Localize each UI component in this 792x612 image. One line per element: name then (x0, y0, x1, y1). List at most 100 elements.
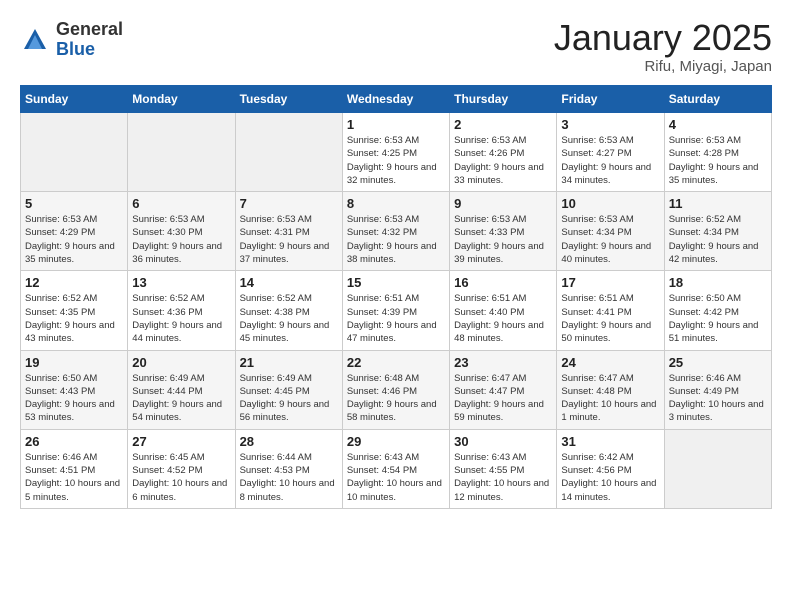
calendar-cell-w1-d6: 3Sunrise: 6:53 AM Sunset: 4:27 PM Daylig… (557, 113, 664, 192)
logo-text: General Blue (56, 20, 123, 60)
day-number: 21 (240, 355, 338, 370)
calendar-cell-w2-d6: 10Sunrise: 6:53 AM Sunset: 4:34 PM Dayli… (557, 192, 664, 271)
day-number: 14 (240, 275, 338, 290)
day-number: 29 (347, 434, 445, 449)
calendar-cell-w1-d2 (128, 113, 235, 192)
day-number: 30 (454, 434, 552, 449)
day-number: 17 (561, 275, 659, 290)
calendar-cell-w5-d3: 28Sunrise: 6:44 AM Sunset: 4:53 PM Dayli… (235, 429, 342, 508)
day-info: Sunrise: 6:53 AM Sunset: 4:25 PM Dayligh… (347, 134, 445, 187)
day-number: 24 (561, 355, 659, 370)
calendar-table: Sunday Monday Tuesday Wednesday Thursday… (20, 85, 772, 509)
calendar-cell-w5-d4: 29 Sunrise: 6:43 AM Sunset: 4:54 PM Dayli… (342, 429, 449, 508)
calendar-cell-w3-d6: 17 Sunrise: 6:51 AM Sunset: 4:41 PM Dayli… (557, 271, 664, 350)
calendar-cell-w5-d5: 30Sunrise: 6:43 AM Sunset: 4:55 PM Dayli… (450, 429, 557, 508)
day-number: 18 (669, 275, 767, 290)
day-info: Sunrise: 6:53 AM Sunset: 4:33 PM Dayligh… (454, 213, 552, 266)
day-number: 12 (25, 275, 123, 290)
calendar-cell-w3-d4: 15 Sunrise: 6:51 AM Sunset: 4:39 PM Dayli… (342, 271, 449, 350)
calendar-cell-w3-d5: 16 Sunrise: 6:51 AM Sunset: 4:40 PM Dayli… (450, 271, 557, 350)
day-number: 25 (669, 355, 767, 370)
calendar-cell-w4-d5: 23 Sunrise: 6:47 AM Sunset: 4:47 PM Dayli… (450, 350, 557, 429)
day-info: Sunrise: 6:47 AM Sunset: 4:47 PM Dayligh… (454, 372, 552, 425)
calendar-week-4: 19Sunrise: 6:50 AM Sunset: 4:43 PM Dayli… (21, 350, 772, 429)
day-number: 9 (454, 196, 552, 211)
day-info: Sunrise: 6:52 AM Sunset: 4:34 PM Dayligh… (669, 213, 767, 266)
day-number: 8 (347, 196, 445, 211)
day-info: Sunrise: 6:53 AM Sunset: 4:34 PM Dayligh… (561, 213, 659, 266)
calendar-header-row: Sunday Monday Tuesday Wednesday Thursday… (21, 86, 772, 113)
calendar-cell-w1-d7: 4 Sunrise: 6:53 AM Sunset: 4:28 PM Daylig… (664, 113, 771, 192)
header: General Blue January 2025 Rifu, Miyagi, … (20, 20, 772, 75)
calendar-cell-w3-d1: 12 Sunrise: 6:52 AM Sunset: 4:35 PM Dayli… (21, 271, 128, 350)
day-number: 2 (454, 117, 552, 132)
day-info: Sunrise: 6:52 AM Sunset: 4:38 PM Dayligh… (240, 292, 338, 345)
day-number: 4 (669, 117, 767, 132)
calendar-cell-w3-d2: 13 Sunrise: 6:52 AM Sunset: 4:36 PM Dayli… (128, 271, 235, 350)
day-number: 28 (240, 434, 338, 449)
page: General Blue January 2025 Rifu, Miyagi, … (0, 0, 792, 519)
calendar-week-1: 1 Sunrise: 6:53 AM Sunset: 4:25 PM Daylig… (21, 113, 772, 192)
calendar-cell-w3-d3: 14 Sunrise: 6:52 AM Sunset: 4:38 PM Dayli… (235, 271, 342, 350)
calendar-cell-w2-d4: 8 Sunrise: 6:53 AM Sunset: 4:32 PM Daylig… (342, 192, 449, 271)
day-number: 7 (240, 196, 338, 211)
day-info: Sunrise: 6:51 AM Sunset: 4:40 PM Dayligh… (454, 292, 552, 345)
calendar-cell-w4-d1: 19Sunrise: 6:50 AM Sunset: 4:43 PM Dayli… (21, 350, 128, 429)
day-info: Sunrise: 6:49 AM Sunset: 4:44 PM Dayligh… (132, 372, 230, 425)
day-number: 26 (25, 434, 123, 449)
day-number: 23 (454, 355, 552, 370)
calendar-cell-w1-d1 (21, 113, 128, 192)
logo-icon (20, 25, 50, 55)
col-tuesday: Tuesday (235, 86, 342, 113)
calendar-cell-w5-d6: 31Sunrise: 6:42 AM Sunset: 4:56 PM Dayli… (557, 429, 664, 508)
calendar-cell-w4-d6: 24 Sunrise: 6:47 AM Sunset: 4:48 PM Dayli… (557, 350, 664, 429)
col-monday: Monday (128, 86, 235, 113)
logo: General Blue (20, 20, 123, 60)
day-info: Sunrise: 6:53 AM Sunset: 4:32 PM Dayligh… (347, 213, 445, 266)
calendar-cell-w4-d4: 22Sunrise: 6:48 AM Sunset: 4:46 PM Dayli… (342, 350, 449, 429)
col-friday: Friday (557, 86, 664, 113)
calendar-cell-w1-d3 (235, 113, 342, 192)
day-number: 1 (347, 117, 445, 132)
day-info: Sunrise: 6:43 AM Sunset: 4:54 PM Dayligh… (347, 451, 445, 504)
calendar-week-3: 12 Sunrise: 6:52 AM Sunset: 4:35 PM Dayli… (21, 271, 772, 350)
calendar-cell-w5-d7 (664, 429, 771, 508)
logo-general-text: General (56, 20, 123, 40)
calendar-location: Rifu, Miyagi, Japan (554, 58, 772, 75)
col-saturday: Saturday (664, 86, 771, 113)
calendar-cell-w2-d7: 11 Sunrise: 6:52 AM Sunset: 4:34 PM Dayli… (664, 192, 771, 271)
day-info: Sunrise: 6:46 AM Sunset: 4:49 PM Dayligh… (669, 372, 767, 425)
calendar-cell-w1-d4: 1 Sunrise: 6:53 AM Sunset: 4:25 PM Daylig… (342, 113, 449, 192)
day-number: 6 (132, 196, 230, 211)
calendar-week-2: 5Sunrise: 6:53 AM Sunset: 4:29 PM Daylig… (21, 192, 772, 271)
day-info: Sunrise: 6:51 AM Sunset: 4:39 PM Dayligh… (347, 292, 445, 345)
day-info: Sunrise: 6:50 AM Sunset: 4:43 PM Dayligh… (25, 372, 123, 425)
calendar-cell-w4-d3: 21Sunrise: 6:49 AM Sunset: 4:45 PM Dayli… (235, 350, 342, 429)
calendar-title: January 2025 (554, 20, 772, 56)
day-number: 27 (132, 434, 230, 449)
logo-blue-text: Blue (56, 40, 123, 60)
calendar-cell-w5-d2: 27 Sunrise: 6:45 AM Sunset: 4:52 PM Dayli… (128, 429, 235, 508)
day-info: Sunrise: 6:53 AM Sunset: 4:26 PM Dayligh… (454, 134, 552, 187)
day-info: Sunrise: 6:48 AM Sunset: 4:46 PM Dayligh… (347, 372, 445, 425)
calendar-cell-w3-d7: 18 Sunrise: 6:50 AM Sunset: 4:42 PM Dayli… (664, 271, 771, 350)
day-info: Sunrise: 6:52 AM Sunset: 4:35 PM Dayligh… (25, 292, 123, 345)
day-info: Sunrise: 6:46 AM Sunset: 4:51 PM Dayligh… (25, 451, 123, 504)
col-thursday: Thursday (450, 86, 557, 113)
day-info: Sunrise: 6:45 AM Sunset: 4:52 PM Dayligh… (132, 451, 230, 504)
day-info: Sunrise: 6:53 AM Sunset: 4:28 PM Dayligh… (669, 134, 767, 187)
day-info: Sunrise: 6:47 AM Sunset: 4:48 PM Dayligh… (561, 372, 659, 425)
day-number: 15 (347, 275, 445, 290)
day-number: 13 (132, 275, 230, 290)
day-info: Sunrise: 6:52 AM Sunset: 4:36 PM Dayligh… (132, 292, 230, 345)
calendar-cell-w2-d5: 9 Sunrise: 6:53 AM Sunset: 4:33 PM Daylig… (450, 192, 557, 271)
day-info: Sunrise: 6:53 AM Sunset: 4:31 PM Dayligh… (240, 213, 338, 266)
day-info: Sunrise: 6:51 AM Sunset: 4:41 PM Dayligh… (561, 292, 659, 345)
day-info: Sunrise: 6:53 AM Sunset: 4:30 PM Dayligh… (132, 213, 230, 266)
day-info: Sunrise: 6:50 AM Sunset: 4:42 PM Dayligh… (669, 292, 767, 345)
col-wednesday: Wednesday (342, 86, 449, 113)
calendar-cell-w4-d2: 20Sunrise: 6:49 AM Sunset: 4:44 PM Dayli… (128, 350, 235, 429)
day-number: 16 (454, 275, 552, 290)
day-number: 11 (669, 196, 767, 211)
day-number: 3 (561, 117, 659, 132)
